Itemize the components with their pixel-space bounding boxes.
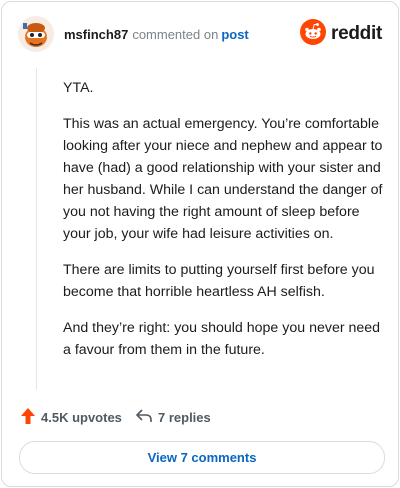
view-comments-button[interactable]: View 7 comments bbox=[19, 441, 385, 474]
reddit-logo-icon bbox=[300, 18, 327, 50]
avatar[interactable] bbox=[18, 16, 54, 52]
upvote-count: 4.5K upvotes bbox=[41, 409, 122, 425]
comment-paragraph: This was an actual emergency. You’re com… bbox=[63, 116, 383, 242]
post-link[interactable]: post bbox=[221, 27, 248, 42]
reddit-brand[interactable]: reddit bbox=[300, 18, 382, 50]
comment-actions: 4.5K upvotes 7 replies bbox=[21, 406, 381, 428]
replies-count: 7 replies bbox=[158, 409, 211, 425]
comment-card: msfinch87 commented on post reddit YTA. … bbox=[1, 1, 399, 487]
comment-body: YTA. This was an actual emergency. You’r… bbox=[63, 77, 383, 375]
comment-paragraph: And they’re right: you should hope you n… bbox=[63, 320, 381, 358]
comment-header: msfinch87 commented on post reddit bbox=[18, 16, 382, 52]
reply-arrow-icon bbox=[136, 408, 152, 426]
comment-meta: msfinch87 commented on post bbox=[64, 27, 249, 42]
username-link[interactable]: msfinch87 bbox=[64, 27, 128, 42]
thread-line bbox=[36, 68, 37, 390]
comment-paragraph: There are limits to putting yourself fir… bbox=[63, 262, 375, 300]
replies-button[interactable]: 7 replies bbox=[136, 406, 211, 428]
comment-paragraph: YTA. bbox=[63, 80, 94, 96]
upvote-button[interactable]: 4.5K upvotes bbox=[21, 406, 122, 428]
commented-on-text: commented on bbox=[132, 27, 219, 42]
reddit-wordmark: reddit bbox=[331, 23, 382, 44]
upvote-arrow-icon bbox=[21, 407, 35, 427]
